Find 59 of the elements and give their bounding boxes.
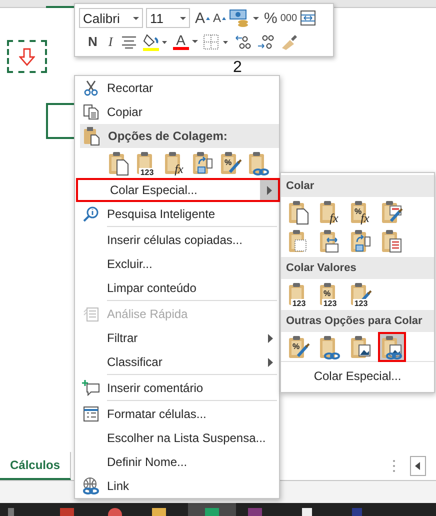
font-size-field[interactable]: 11 <box>146 8 190 28</box>
menu-item[interactable]: Formatar células... <box>75 402 279 426</box>
menu-section-header: Colar <box>281 175 434 197</box>
percent-button[interactable]: % <box>264 10 278 27</box>
linked-picture-icon[interactable] <box>380 334 404 360</box>
increase-font-button[interactable]: A <box>195 10 210 27</box>
menu-item[interactable]: Copiar <box>75 100 279 124</box>
menu-item[interactable]: Inserir comentário <box>75 376 279 400</box>
paintbrush-icon[interactable] <box>280 34 298 50</box>
scroll-left-button[interactable] <box>410 456 426 476</box>
transpose-icon[interactable] <box>349 228 373 254</box>
menu-item[interactable]: Colar Especial... <box>76 178 280 202</box>
copy-icon <box>83 104 99 120</box>
globe-link-icon <box>82 477 100 495</box>
increase-decimal-icon[interactable] <box>234 34 252 50</box>
menu-section-header: Outras Opções para Colar <box>281 310 434 332</box>
money-icon[interactable] <box>229 8 262 28</box>
thousands-button[interactable]: 000 <box>280 12 298 24</box>
menu-item[interactable]: Classificar <box>75 350 279 374</box>
table-icon[interactable] <box>300 10 316 26</box>
search-icon <box>83 206 99 222</box>
paste-brush-icon[interactable] <box>380 198 404 224</box>
transpose-icon[interactable] <box>191 150 215 176</box>
fill-color-icon[interactable] <box>142 32 168 52</box>
quick-analysis-icon <box>83 306 99 322</box>
bold-button[interactable]: N <box>85 34 100 50</box>
menu-item[interactable]: Escolher na Lista Suspensa... <box>75 426 279 450</box>
font-name-field[interactable]: Calibri <box>79 8 143 28</box>
decrease-decimal-icon[interactable] <box>256 34 275 50</box>
menu-item[interactable]: Colar Especial... <box>314 369 402 383</box>
menu-item[interactable]: Limpar conteúdo <box>75 276 279 300</box>
italic-button[interactable]: I <box>105 34 116 50</box>
menu-item[interactable]: Pesquisa Inteligente <box>75 202 279 226</box>
menu-item[interactable]: Inserir células copiadas... <box>75 228 279 252</box>
menu-section-header: Opções de Colagem: <box>80 124 279 148</box>
font-color-button[interactable]: A <box>172 34 198 50</box>
clipboard-icon <box>83 126 101 146</box>
scissors-icon <box>83 80 99 96</box>
taskbar-icon[interactable] <box>108 508 122 516</box>
menu-item[interactable]: Link <box>75 474 279 498</box>
align-center-icon[interactable] <box>120 34 137 49</box>
borders-icon[interactable] <box>202 34 229 50</box>
paste-list-icon[interactable] <box>380 228 404 254</box>
decrease-font-button[interactable]: A <box>213 11 226 26</box>
caret-left-icon <box>415 462 421 470</box>
grip-icon[interactable] <box>392 459 396 473</box>
paste-icon[interactable] <box>287 198 311 224</box>
menu-item[interactable]: Recortar <box>75 76 279 100</box>
paste-icon[interactable] <box>107 150 131 176</box>
menu-item[interactable]: Filtrar <box>75 326 279 350</box>
menu-item[interactable]: Definir Nome... <box>75 450 279 474</box>
paste-link-icon[interactable] <box>247 150 271 176</box>
paste-picture-icon[interactable] <box>349 334 373 360</box>
comment-icon <box>82 380 100 396</box>
cell-value: 2 <box>233 59 242 77</box>
menu-item[interactable]: Excluir... <box>75 252 279 276</box>
menu-section-header: Colar Valores <box>281 257 434 279</box>
format-cells-icon <box>83 406 99 422</box>
paste-link-icon[interactable] <box>318 334 342 360</box>
